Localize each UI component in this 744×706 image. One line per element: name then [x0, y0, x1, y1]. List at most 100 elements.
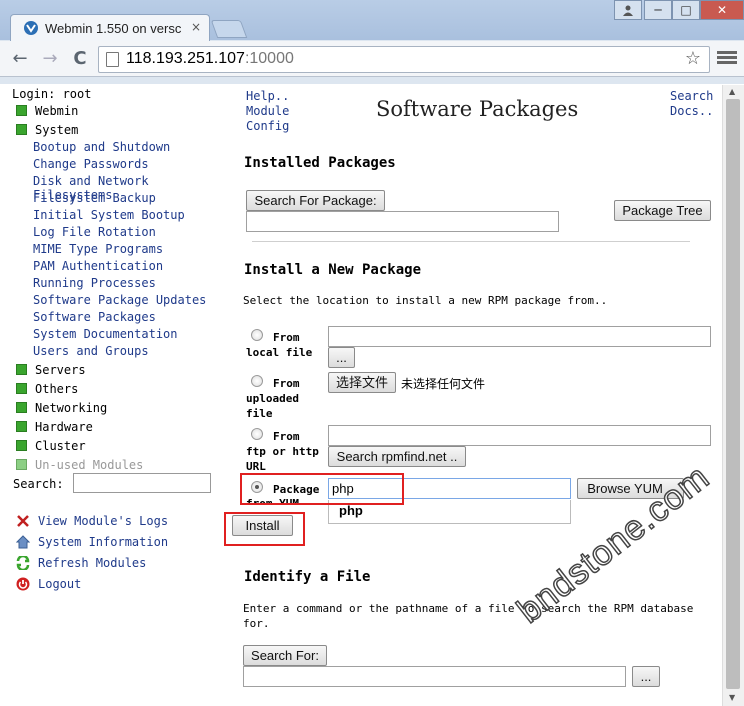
category-system[interactable]: System: [16, 123, 78, 137]
help-link[interactable]: Help..: [246, 89, 289, 104]
scroll-up-icon[interactable]: ▲: [729, 87, 735, 96]
local-file-input[interactable]: [328, 326, 711, 347]
profile-icon[interactable]: [614, 0, 642, 20]
forward-icon[interactable]: →: [38, 47, 62, 71]
from-uploaded-label-3: file: [246, 407, 273, 420]
category-open-icon: [16, 421, 27, 432]
ftp-url-input[interactable]: [328, 425, 711, 446]
search-rpmfind-button[interactable]: Search rpmfind.net ..: [328, 446, 466, 467]
browser-tab[interactable]: Webmin 1.550 on versc ×: [10, 14, 210, 41]
install-description: Select the location to install a new RPM…: [243, 294, 608, 307]
divider: [252, 241, 690, 242]
config-link[interactable]: Config: [246, 119, 289, 134]
from-uploaded-label-2: uploaded: [246, 392, 299, 405]
category-cluster[interactable]: Cluster: [16, 439, 86, 453]
page-title: Software Packages: [376, 97, 579, 121]
webmin-page: Login: root Webmin System Bootup and Shu…: [0, 85, 722, 706]
identify-browse-button[interactable]: ...: [632, 666, 660, 687]
logs-icon: [17, 515, 29, 527]
choose-file-button[interactable]: 选择文件: [328, 372, 396, 393]
category-open-icon: [16, 402, 27, 413]
module-filesystem-backup[interactable]: Filesystem Backup: [33, 191, 156, 205]
from-ftp-label-2: ftp or http: [246, 445, 319, 458]
from-uploaded-radio[interactable]: [251, 375, 263, 387]
module-log-file-rotation[interactable]: Log File Rotation: [33, 225, 156, 239]
action-label: System Information: [38, 535, 169, 549]
package-tree-button[interactable]: Package Tree: [614, 200, 711, 221]
reload-icon[interactable]: C: [68, 47, 92, 71]
highlight-yum-box: [240, 473, 404, 505]
new-tab-button[interactable]: [210, 20, 248, 38]
category-servers[interactable]: Servers: [16, 363, 86, 377]
category-open-icon: [16, 124, 27, 135]
url-port: :10000: [244, 50, 294, 67]
category-label: Servers: [35, 363, 86, 377]
from-local-label-1: From: [273, 331, 300, 344]
search-for-package-button[interactable]: Search For Package:: [246, 190, 385, 211]
browser-menu-icon[interactable]: [717, 49, 737, 69]
category-networking[interactable]: Networking: [16, 401, 107, 415]
module-bootup-shutdown[interactable]: Bootup and Shutdown: [33, 140, 170, 154]
install-heading: Install a New Package: [244, 262, 422, 278]
tab-close-icon[interactable]: ×: [191, 20, 201, 34]
search-docs-link[interactable]: Search: [670, 89, 713, 104]
from-local-radio[interactable]: [251, 329, 263, 341]
package-search-input[interactable]: [246, 211, 559, 232]
window-close-button[interactable]: ✕: [700, 0, 744, 20]
category-label: System: [35, 123, 79, 137]
back-icon[interactable]: ←: [8, 47, 32, 71]
module-running-processes[interactable]: Running Processes: [33, 276, 156, 290]
category-unused-modules[interactable]: Un-used Modules: [16, 458, 143, 472]
category-label: Un-used Modules: [35, 458, 144, 472]
category-label: Webmin: [35, 104, 79, 118]
category-label: Networking: [35, 401, 108, 415]
action-label: View Module's Logs: [38, 514, 169, 528]
identify-file-input[interactable]: [243, 666, 626, 687]
module-system-documentation[interactable]: System Documentation: [33, 327, 178, 341]
from-uploaded-label-1: From: [273, 377, 300, 390]
category-label: Cluster: [35, 439, 86, 453]
from-ftp-label-1: From: [273, 430, 300, 443]
action-label: Refresh Modules: [38, 556, 147, 570]
docs-link[interactable]: Docs..: [670, 104, 713, 119]
module-initial-system-bootup[interactable]: Initial System Bootup: [33, 208, 185, 222]
sidebar-search-label: Search:: [13, 477, 64, 491]
module-users-groups[interactable]: Users and Groups: [33, 344, 149, 358]
logout-link[interactable]: Logout: [16, 577, 81, 591]
no-file-chosen-text: 未选择任何文件: [401, 377, 486, 391]
category-hardware[interactable]: Hardware: [16, 420, 93, 434]
scroll-down-icon[interactable]: ▼: [729, 693, 735, 702]
system-information-link[interactable]: System Information: [16, 535, 168, 549]
from-ftp-radio[interactable]: [251, 428, 263, 440]
view-module-logs-link[interactable]: View Module's Logs: [16, 514, 168, 528]
bookmark-star-icon[interactable]: ☆: [685, 48, 701, 69]
refresh-modules-link[interactable]: Refresh Modules: [16, 556, 146, 570]
tab-title: Webmin 1.550 on versc: [45, 21, 181, 36]
main-frame: Help.. Module Config Search Docs.. Softw…: [232, 85, 722, 706]
module-mime-type-programs[interactable]: MIME Type Programs: [33, 242, 163, 256]
search-for-button[interactable]: Search For:: [243, 645, 327, 666]
sidebar-search-input[interactable]: [73, 473, 211, 493]
category-open-icon: [16, 364, 27, 375]
module-link[interactable]: Module: [246, 104, 289, 119]
page-scrollbar[interactable]: ▲ ▼: [722, 85, 744, 706]
installed-packages-heading: Installed Packages: [244, 155, 396, 171]
module-software-packages[interactable]: Software Packages: [33, 310, 156, 324]
module-software-package-updates[interactable]: Software Package Updates: [33, 293, 206, 307]
category-others[interactable]: Others: [16, 382, 78, 396]
identify-description-1: Enter a command or the pathname of a fil…: [243, 602, 694, 615]
address-bar[interactable]: 118.193.251.107:10000 ☆: [98, 46, 710, 73]
page-icon: [106, 52, 119, 67]
webmin-favicon-icon: [24, 21, 38, 35]
category-webmin[interactable]: Webmin: [16, 104, 78, 118]
category-open-icon: [16, 105, 27, 116]
category-open-icon: [16, 440, 27, 451]
restore-button[interactable]: □: [672, 0, 700, 20]
browser-chrome: Webmin 1.550 on versc × ─ □ ✕ ← → C 118.…: [0, 0, 744, 84]
module-change-passwords[interactable]: Change Passwords: [33, 157, 149, 171]
minimize-button[interactable]: ─: [644, 0, 672, 20]
scroll-thumb[interactable]: [726, 99, 740, 689]
category-open-icon: [16, 459, 27, 470]
module-pam-authentication[interactable]: PAM Authentication: [33, 259, 163, 273]
local-file-browse-button[interactable]: ...: [328, 347, 355, 368]
